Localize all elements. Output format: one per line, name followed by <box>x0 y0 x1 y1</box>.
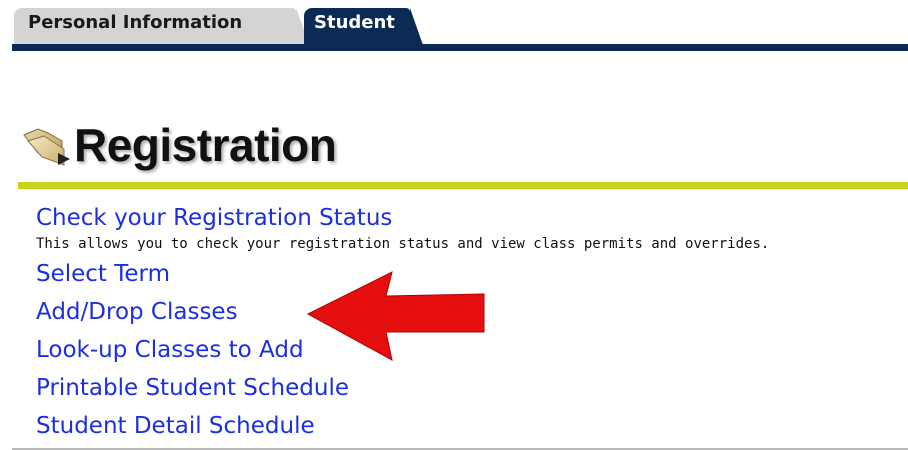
page-heading: Registration <box>18 110 337 180</box>
link-printable-student-schedule[interactable]: Printable Student Schedule <box>36 373 908 403</box>
folder-icon <box>18 119 74 171</box>
link-student-detail-schedule[interactable]: Student Detail Schedule <box>36 411 908 441</box>
red-arrow-icon <box>300 270 490 365</box>
link-check-registration-status[interactable]: Check your Registration Status <box>36 203 908 233</box>
tab-student[interactable]: Student <box>304 8 424 48</box>
tab-personal-information[interactable]: Personal Information <box>14 8 310 46</box>
page-title: Registration <box>74 119 337 171</box>
accent-divider <box>18 182 908 189</box>
tab-underline <box>12 44 908 51</box>
link-description: This allows you to check your registrati… <box>36 236 770 252</box>
tab-bar: Personal Information Student <box>0 0 908 56</box>
